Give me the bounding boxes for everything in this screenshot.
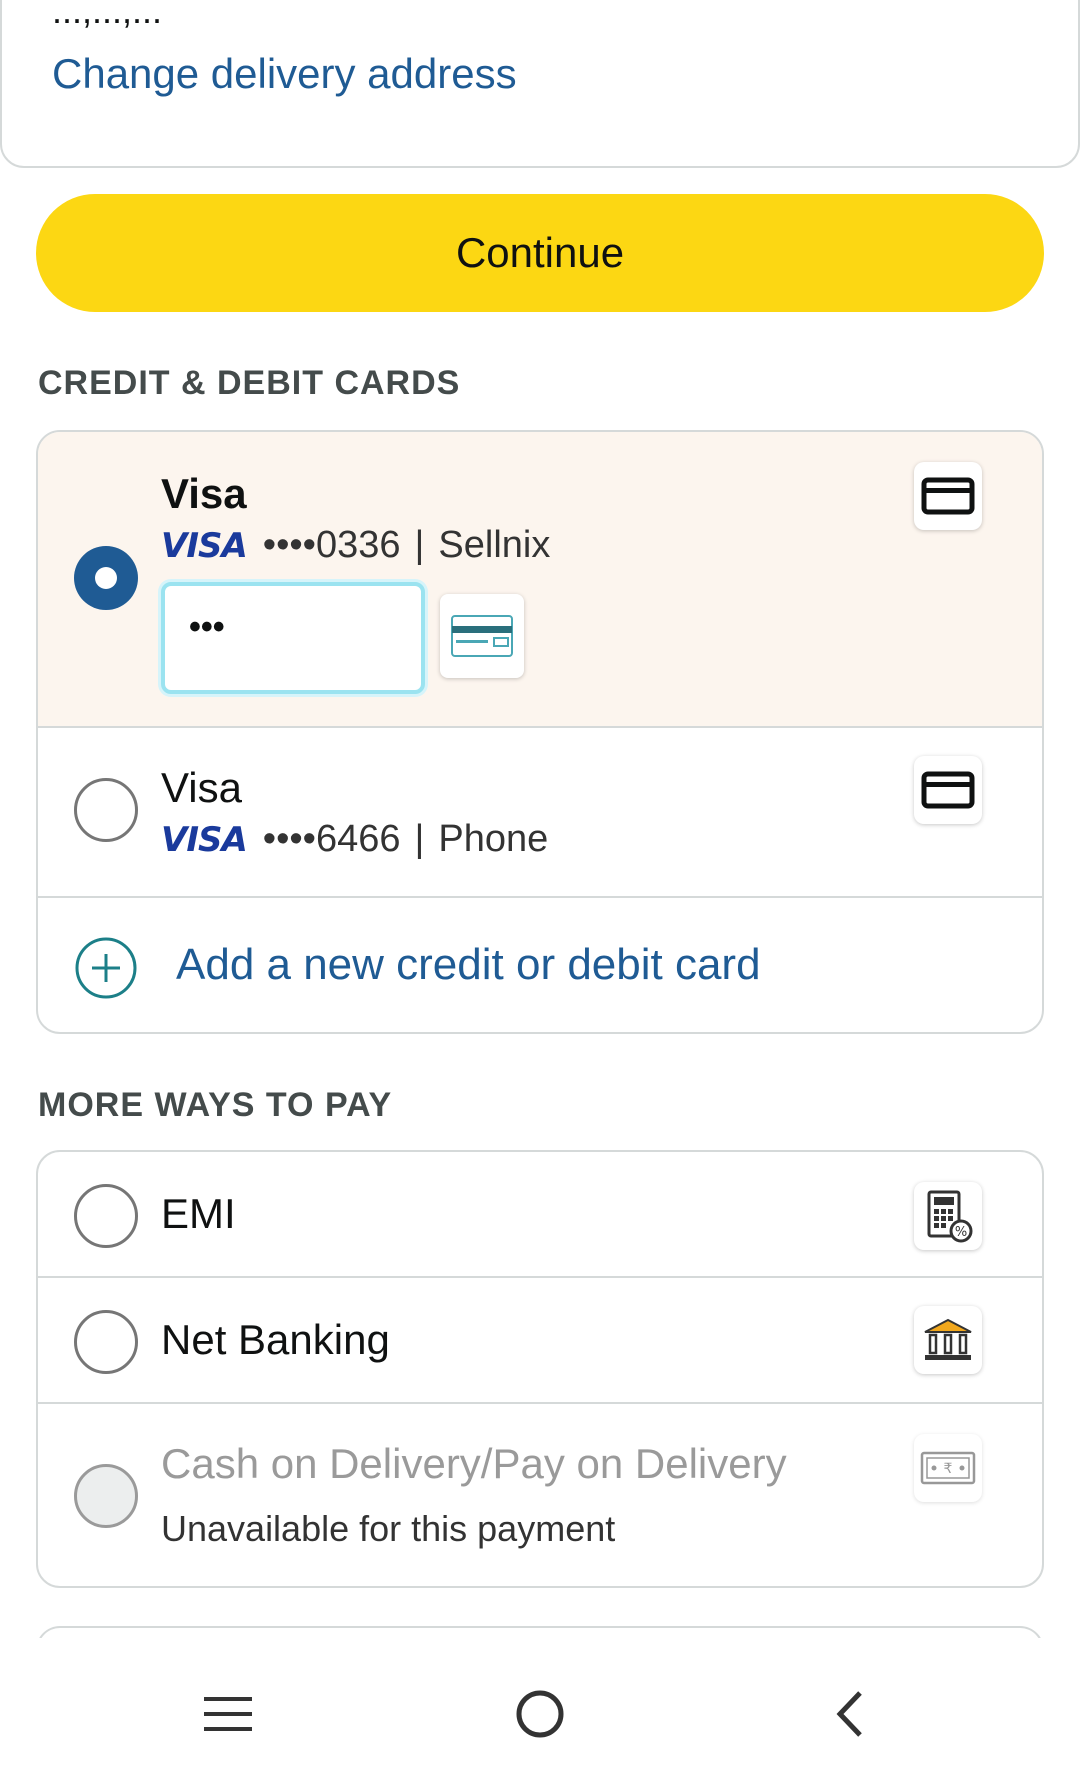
delivery-address-card: ...,...,... Change delivery address — [0, 0, 1080, 168]
add-circle-icon[interactable] — [74, 936, 138, 1000]
credit-debit-cards-heading: CREDIT & DEBIT CARDS — [38, 364, 461, 402]
cod-label: Cash on Delivery/Pay on Delivery — [161, 1440, 787, 1487]
payment-option-cod: Cash on Delivery/Pay on Delivery Unavail… — [38, 1404, 1042, 1586]
cod-radio — [74, 1464, 138, 1528]
more-ways-group: EMI % Net Banking Cash on Delivery/Pay o… — [36, 1150, 1044, 1588]
system-navigation-bar — [0, 1638, 1080, 1770]
separator: | — [414, 524, 425, 566]
saved-card-row-sellnix[interactable]: Visa VISA ••••0336 | Sellnix ••• — [38, 432, 1042, 728]
emi-label: EMI — [161, 1190, 236, 1237]
card-masked-number: ••••0336 — [262, 524, 401, 566]
net-banking-radio[interactable] — [74, 1310, 138, 1374]
svg-text:%: % — [955, 1225, 967, 1240]
card-nickname: Sellnix — [438, 524, 551, 566]
emi-radio[interactable] — [74, 1184, 138, 1248]
card-details: VISA ••••0336 | Sellnix — [161, 524, 550, 567]
card-radio-selected[interactable] — [74, 546, 138, 610]
home-icon[interactable] — [500, 1674, 580, 1754]
more-ways-to-pay-heading: MORE WAYS TO PAY — [38, 1086, 393, 1124]
net-banking-label: Net Banking — [161, 1316, 390, 1363]
saved-card-row-phone[interactable]: Visa VISA ••••6466 | Phone — [38, 728, 1042, 898]
saved-cards-group: Visa VISA ••••0336 | Sellnix ••• Visa VI… — [36, 430, 1044, 1034]
visa-logo: VISA — [161, 819, 248, 860]
back-icon[interactable] — [810, 1674, 890, 1754]
menu-icon[interactable] — [188, 1674, 268, 1754]
payment-option-emi[interactable]: EMI % — [38, 1152, 1042, 1278]
visa-logo: VISA — [161, 525, 248, 566]
credit-card-icon — [914, 462, 982, 530]
emi-calculator-icon: % — [914, 1182, 982, 1250]
svg-text:₹: ₹ — [944, 1461, 953, 1477]
cash-icon: ₹ — [914, 1434, 982, 1502]
continue-button[interactable]: Continue — [36, 194, 1044, 312]
card-radio[interactable] — [74, 778, 138, 842]
cvv-card-icon[interactable] — [440, 594, 524, 678]
add-new-card-row[interactable]: Add a new credit or debit card — [38, 898, 1042, 1032]
card-name: Visa — [161, 470, 247, 517]
add-new-card-label[interactable]: Add a new credit or debit card — [176, 940, 761, 990]
separator: | — [414, 818, 425, 860]
bank-icon — [914, 1306, 982, 1374]
payment-option-net-banking[interactable]: Net Banking — [38, 1278, 1042, 1404]
cvv-input[interactable]: ••• — [161, 582, 425, 694]
card-masked-number: ••••6466 — [262, 818, 401, 860]
address-text: ...,...,... — [52, 0, 163, 31]
change-delivery-address-link[interactable]: Change delivery address — [52, 50, 517, 98]
card-nickname: Phone — [438, 818, 549, 860]
cod-unavailable-note: Unavailable for this payment — [161, 1508, 616, 1549]
credit-card-icon — [914, 756, 982, 824]
card-name: Visa — [161, 764, 242, 811]
card-details: VISA ••••6466 | Phone — [161, 818, 548, 861]
